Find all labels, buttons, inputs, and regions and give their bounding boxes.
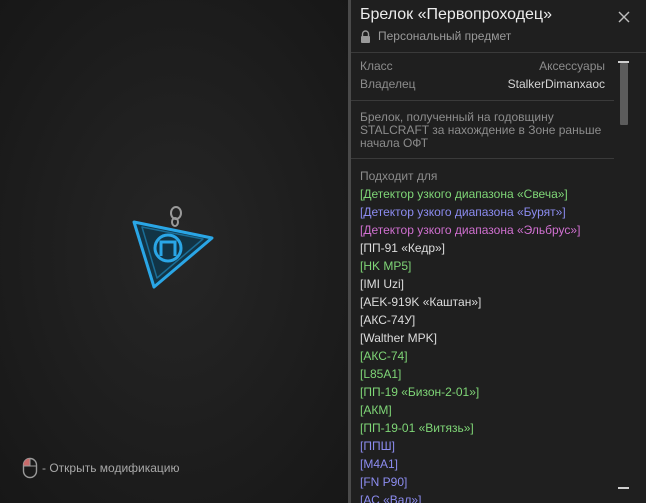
scrollbar-bottom-cap [618,487,629,489]
keychain-icon[interactable] [128,205,218,295]
compatible-item-link[interactable]: [Walther MPK] [360,330,580,348]
compatible-item-link[interactable]: [ПП-19 «Бизон-2-01»] [360,384,580,402]
divider [351,100,614,101]
lock-icon [361,29,370,43]
personal-item-row: Персональный предмет [360,29,511,43]
compatible-item-link[interactable]: [АС «Вал»] [360,492,580,503]
hint-text: - Открыть модификацию [42,461,180,475]
compatible-item-link[interactable]: [Детектор узкого диапазона «Эльбрус»] [360,222,580,240]
compatible-items-list: [Детектор узкого диапазона «Свеча»] [Дете… [360,186,580,503]
compatible-item-link[interactable]: [FN P90] [360,474,580,492]
open-modification-hint: - Открыть модификацию [22,456,180,480]
compatible-item-link[interactable]: [АКМ] [360,402,580,420]
item-description: Брелок, полученный на годовщину STALCRAF… [360,110,602,150]
owner-value: StalkerDimanxaoc [507,77,605,91]
compatible-item-link[interactable]: [ПП-91 «Кедр»] [360,240,580,258]
item-preview-viewport[interactable]: - Открыть модификацию [0,0,349,503]
scrollbar-thumb[interactable] [620,63,628,125]
class-value: Аксессуары [539,59,605,73]
personal-item-label: Персональный предмет [378,29,512,43]
owner-label: Владелец [360,77,416,91]
compatible-item-link[interactable]: [Детектор узкого диапазона «Бурят»] [360,204,580,222]
compatible-item-link[interactable]: [АКС-74У] [360,312,580,330]
compatible-item-link[interactable]: [L85A1] [360,366,580,384]
compatible-item-link[interactable]: [IMI Uzi] [360,276,580,294]
panel-header: Брелок «Первопроходец» Персональный пред… [351,0,646,53]
class-label: Класс [360,59,393,73]
class-row: Класс Аксессуары [360,59,605,73]
compatible-item-link[interactable]: [M4A1] [360,456,580,474]
item-details-scrollarea[interactable]: Класс Аксессуары Владелец StalkerDimanxa… [351,53,614,503]
scrollbar-track[interactable] [618,62,628,493]
compatible-item-link[interactable]: [АКС-74] [360,348,580,366]
compatible-item-link[interactable]: [ППШ] [360,438,580,456]
compatible-item-link[interactable]: [ПП-19-01 «Витязь»] [360,420,580,438]
close-icon[interactable] [617,10,631,24]
item-info-panel: Брелок «Первопроходец» Персональный пред… [351,0,646,503]
compatible-item-link[interactable]: [AEK-919K «Каштан»] [360,294,580,312]
compatible-item-link[interactable]: [HK MP5] [360,258,580,276]
compatible-item-link[interactable]: [Детектор узкого диапазона «Свеча»] [360,186,580,204]
item-title: Брелок «Первопроходец» [360,6,552,23]
mouse-icon [22,457,38,479]
fits-title: Подходит для [360,169,438,183]
divider [351,158,614,159]
owner-row: Владелец StalkerDimanxaoc [360,77,605,91]
